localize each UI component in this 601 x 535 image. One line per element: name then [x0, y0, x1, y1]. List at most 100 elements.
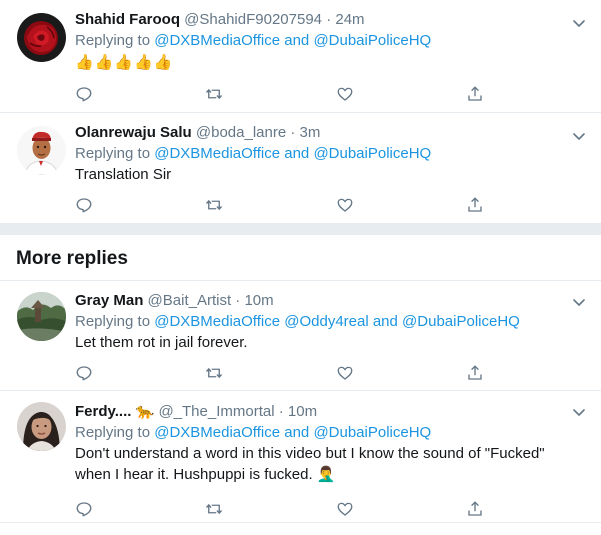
reply-icon	[76, 87, 92, 102]
share-icon	[468, 365, 482, 380]
replying-to: Replying to @DXBMediaOffice @Oddy4real a…	[75, 311, 586, 333]
tweet[interactable]: Shahid Farooq @ShahidF90207594 · 24m Rep…	[0, 0, 601, 113]
share-button[interactable]	[456, 78, 586, 110]
mention-link[interactable]: @Oddy4real	[284, 313, 368, 330]
more-replies-heading: More replies	[16, 248, 128, 269]
retweet-icon	[206, 503, 223, 515]
user-handle[interactable]: @ShahidF90207594	[184, 11, 322, 28]
like-icon	[337, 87, 352, 101]
section-divider	[0, 224, 601, 235]
retweet-button[interactable]	[195, 189, 325, 221]
replying-prefix: Replying to	[75, 32, 155, 49]
retweet-button[interactable]	[195, 78, 325, 110]
tweet-actions	[65, 353, 586, 393]
tweet-text: Translation Sir	[75, 166, 172, 183]
timestamp[interactable]: 3m	[300, 124, 321, 141]
reply-button[interactable]	[65, 78, 195, 110]
like-button[interactable]	[326, 493, 456, 525]
display-name[interactable]: Shahid Farooq	[75, 11, 180, 28]
tweet-header: Ferdy.... 🐆 @_The_Immortal · 10m	[75, 401, 586, 422]
mention-link[interactable]: @DubaiPoliceHQ	[313, 32, 431, 49]
tweet-header: Shahid Farooq @ShahidF90207594 · 24m	[75, 10, 586, 30]
mention-link[interactable]: @DubaiPoliceHQ	[313, 424, 431, 441]
tweet-text-line: when I hear it. Hushpuppi is fucked. 🤦‍♂…	[75, 464, 586, 485]
mention-link[interactable]: @DXBMediaOffice	[154, 145, 280, 162]
reply-button[interactable]	[65, 493, 195, 525]
mention-link[interactable]: @DXBMediaOffice	[154, 32, 280, 49]
reply-and[interactable]: and	[280, 424, 313, 441]
display-name[interactable]: Olanrewaju Salu	[75, 124, 192, 141]
retweet-icon	[206, 88, 223, 100]
chevron-down-icon[interactable]	[571, 128, 587, 144]
chevron-down-icon[interactable]	[571, 15, 587, 31]
replying-to: Replying to @DXBMediaOffice and @DubaiPo…	[75, 422, 586, 444]
like-button[interactable]	[326, 78, 456, 110]
replying-to: Replying to @DXBMediaOffice and @DubaiPo…	[75, 30, 586, 52]
tweet-text: Don't understand a word in this video bu…	[75, 444, 586, 485]
share-icon	[468, 501, 482, 516]
tweet-text: Let them rot in jail forever.	[75, 334, 248, 351]
avatar[interactable]	[17, 13, 66, 62]
reply-icon	[76, 502, 92, 517]
reply-button[interactable]	[65, 357, 195, 389]
avatar[interactable]	[17, 292, 66, 341]
timestamp[interactable]: 10m	[288, 403, 317, 420]
retweet-button[interactable]	[195, 493, 325, 525]
reply-and[interactable]: and	[369, 313, 402, 330]
mention-link[interactable]: @DubaiPoliceHQ	[402, 313, 520, 330]
tweet-text-line: Don't understand a word in this video bu…	[75, 445, 545, 462]
share-icon	[468, 197, 482, 212]
separator-dot: ·	[278, 403, 284, 420]
share-button[interactable]	[456, 189, 586, 221]
thumbs-up-emoji: 👍👍👍👍👍	[75, 53, 174, 71]
user-handle[interactable]: @boda_lanre	[196, 124, 286, 141]
separator-dot: ·	[290, 124, 296, 141]
timestamp[interactable]: 10m	[244, 292, 273, 309]
share-button[interactable]	[456, 493, 586, 525]
mention-link[interactable]: @DXBMediaOffice	[154, 424, 280, 441]
leopard-emoji: 🐆	[135, 402, 155, 420]
share-button[interactable]	[456, 357, 586, 389]
user-handle[interactable]: @_The_Immortal	[158, 403, 274, 420]
reply-and[interactable]: and	[280, 145, 313, 162]
user-handle[interactable]: @Bait_Artist	[148, 292, 232, 309]
retweet-button[interactable]	[195, 357, 325, 389]
tweet-text: 👍👍👍👍👍	[75, 52, 586, 74]
separator-dot: ·	[235, 292, 241, 309]
like-button[interactable]	[326, 189, 456, 221]
replying-prefix: Replying to	[75, 424, 155, 441]
tweet-text-segment: when I hear it. Hushpuppi is fucked.	[75, 466, 317, 483]
like-button[interactable]	[326, 357, 456, 389]
mention-link[interactable]: @DubaiPoliceHQ	[313, 145, 431, 162]
share-icon	[468, 86, 482, 101]
like-icon	[337, 502, 352, 516]
mention-link[interactable]: @DXBMediaOffice	[154, 313, 280, 330]
reply-icon	[76, 366, 92, 381]
tweet-actions	[65, 185, 586, 225]
replying-to: Replying to @DXBMediaOffice and @DubaiPo…	[75, 143, 586, 165]
tweet-actions	[65, 74, 586, 114]
display-name[interactable]: Ferdy....	[75, 403, 131, 420]
reply-icon	[76, 198, 92, 213]
tweet-actions	[65, 489, 586, 529]
like-icon	[337, 198, 352, 212]
chevron-down-icon[interactable]	[571, 404, 587, 420]
tweet[interactable]: Gray Man @Bait_Artist · 10m Replying to …	[0, 281, 601, 391]
chevron-down-icon[interactable]	[571, 294, 587, 310]
replying-prefix: Replying to	[75, 145, 155, 162]
avatar[interactable]	[17, 402, 66, 451]
more-replies-header: More replies	[0, 235, 601, 281]
tweet-header: Gray Man @Bait_Artist · 10m	[75, 291, 586, 311]
reply-and[interactable]: and	[280, 32, 313, 49]
tweet[interactable]: Olanrewaju Salu @boda_lanre · 3m Replyin…	[0, 113, 601, 224]
replying-prefix: Replying to	[75, 313, 155, 330]
tweet-header: Olanrewaju Salu @boda_lanre · 3m	[75, 123, 586, 143]
reply-button[interactable]	[65, 189, 195, 221]
timestamp[interactable]: 24m	[335, 11, 364, 28]
retweet-icon	[206, 367, 223, 379]
display-name[interactable]: Gray Man	[75, 292, 143, 309]
tweet[interactable]: Ferdy.... 🐆 @_The_Immortal · 10m Replyin…	[0, 391, 601, 523]
retweet-icon	[206, 199, 223, 211]
like-icon	[337, 366, 352, 380]
avatar[interactable]	[17, 126, 66, 175]
